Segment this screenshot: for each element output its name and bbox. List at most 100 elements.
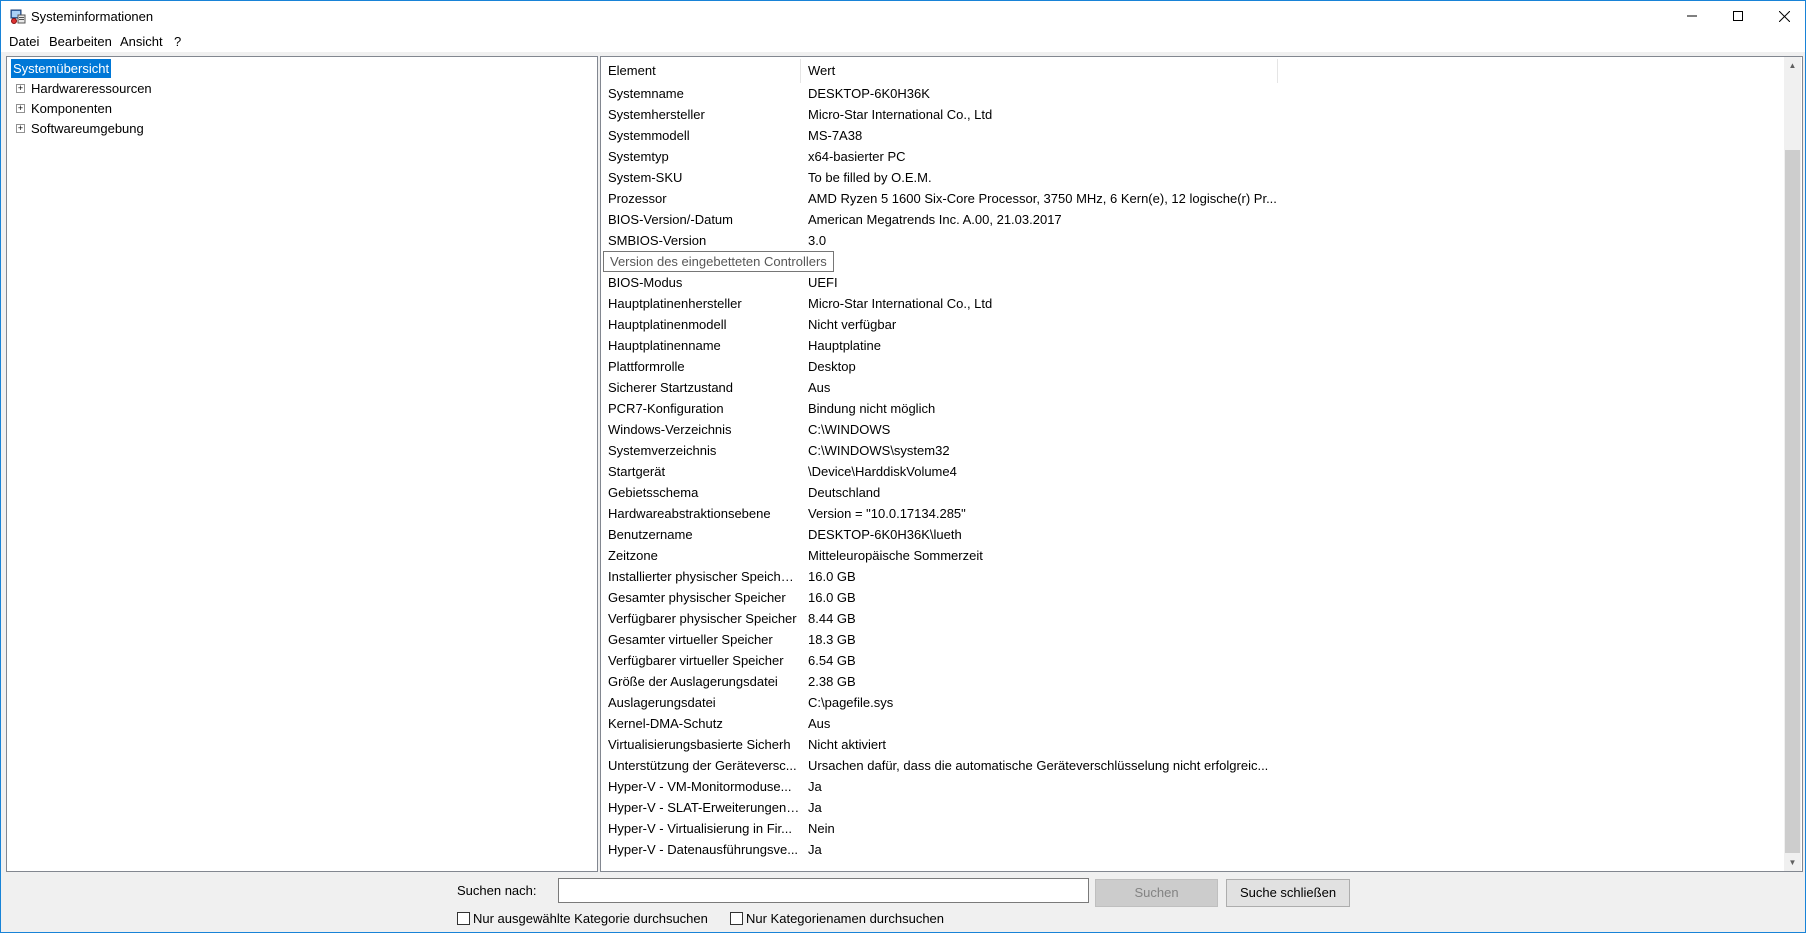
category-tree[interactable]: Systemübersicht + Hardwareressourcen + K… bbox=[6, 56, 598, 872]
element-cell: PCR7-Konfiguration bbox=[608, 401, 724, 416]
menu-help[interactable]: ? bbox=[174, 34, 181, 49]
checkbox-selected-category-label[interactable]: Nur ausgewählte Kategorie durchsuchen bbox=[473, 911, 708, 926]
details-rows: Systemname DESKTOP-6K0H36K Systemherstelle… bbox=[601, 83, 1786, 860]
table-row[interactable]: System-SKU To be filled by O.E.M. bbox=[601, 167, 1786, 188]
element-cell: Systemhersteller bbox=[608, 107, 705, 122]
table-row[interactable]: Hauptplatinenname Hauptplatine bbox=[601, 335, 1786, 356]
element-cell: Kernel-DMA-Schutz bbox=[608, 716, 723, 731]
table-row[interactable]: Kernel-DMA-Schutz Aus bbox=[601, 713, 1786, 734]
table-row[interactable]: Gebietsschema Deutschland bbox=[601, 482, 1786, 503]
value-cell: 6.54 GB bbox=[808, 653, 856, 668]
element-cell: BIOS-Modus bbox=[608, 275, 683, 290]
element-cell: Startgerät bbox=[608, 464, 666, 479]
element-cell: Auslagerungsdatei bbox=[608, 695, 716, 710]
expand-plus-icon[interactable]: + bbox=[16, 104, 25, 113]
close-search-button[interactable]: Suche schließen bbox=[1226, 879, 1350, 907]
table-row[interactable]: Hyper-V - Virtualisierung in Fir... Nein bbox=[601, 818, 1786, 839]
title-bar[interactable]: Systeminformationen bbox=[1, 1, 1805, 31]
table-row[interactable]: Prozessor AMD Ryzen 5 1600 Six-Core Proce… bbox=[601, 188, 1786, 209]
value-cell: 18.3 GB bbox=[808, 632, 856, 647]
table-row[interactable]: Systemname DESKTOP-6K0H36K bbox=[601, 83, 1786, 104]
value-cell: C:\WINDOWS bbox=[808, 422, 891, 437]
table-row[interactable]: Gesamter physischer Speicher 16.0 GB bbox=[601, 587, 1786, 608]
table-row[interactable]: Auslagerungsdatei C:\pagefile.sys bbox=[601, 692, 1786, 713]
table-row[interactable]: Systemmodell MS-7A38 bbox=[601, 125, 1786, 146]
tree-item-softwareumgebung[interactable]: Softwareumgebung bbox=[31, 119, 144, 138]
element-cell: Hyper-V - Virtualisierung in Fir... bbox=[608, 821, 792, 836]
table-row[interactable]: Hyper-V - VM-Monitormoduse... Ja bbox=[601, 776, 1786, 797]
value-cell: Ursachen dafür, dass die automatische Ge… bbox=[808, 758, 1269, 773]
tree-item-komponenten[interactable]: Komponenten bbox=[31, 99, 112, 118]
value-cell: Desktop bbox=[808, 359, 856, 374]
table-row[interactable]: Größe der Auslagerungsdatei 2.38 GB bbox=[601, 671, 1786, 692]
system-information-icon bbox=[10, 9, 26, 24]
table-row[interactable]: BIOS-Modus UEFI bbox=[601, 272, 1786, 293]
minimize-button[interactable] bbox=[1669, 1, 1715, 31]
table-row[interactable]: Hauptplatinenhersteller Micro-Star Intern… bbox=[601, 293, 1786, 314]
value-cell: C:\pagefile.sys bbox=[808, 695, 894, 710]
element-cell: Systemverzeichnis bbox=[608, 443, 717, 458]
element-cell: Größe der Auslagerungsdatei bbox=[608, 674, 778, 689]
table-row[interactable]: Installierter physischer Speicher... 16.0… bbox=[601, 566, 1786, 587]
value-cell: 255 bbox=[808, 251, 1278, 272]
vertical-scrollbar[interactable]: ▲ ▼ bbox=[1784, 57, 1801, 871]
table-row[interactable]: Unterstützung der Geräteversc... Ursachen… bbox=[601, 755, 1786, 776]
table-row[interactable]: Windows-Verzeichnis C:\WINDOWS bbox=[601, 419, 1786, 440]
search-input[interactable] bbox=[558, 878, 1089, 903]
table-row[interactable]: Gesamter virtueller Speicher 18.3 GB bbox=[601, 629, 1786, 650]
element-cell: System-SKU bbox=[608, 170, 683, 185]
expand-plus-icon[interactable]: + bbox=[16, 84, 25, 93]
menu-datei[interactable]: Datei bbox=[9, 34, 39, 49]
value-cell: Deutschland bbox=[808, 485, 881, 500]
expand-plus-icon[interactable]: + bbox=[16, 124, 25, 133]
scroll-thumb[interactable] bbox=[1785, 150, 1800, 853]
table-row[interactable]: PCR7-Konfiguration Bindung nicht möglich bbox=[601, 398, 1786, 419]
element-cell: Unterstützung der Geräteversc... bbox=[608, 758, 797, 773]
close-icon bbox=[1778, 10, 1790, 22]
table-row[interactable]: Systemhersteller Micro-Star International… bbox=[601, 104, 1786, 125]
table-row[interactable]: Hyper-V - Datenausführungsve... Ja bbox=[601, 839, 1786, 860]
value-cell: UEFI bbox=[808, 275, 838, 290]
element-cell: Verfügbarer physischer Speicher bbox=[608, 611, 797, 626]
element-cell: Hyper-V - VM-Monitormoduse... bbox=[608, 779, 792, 794]
table-row[interactable]: SMBIOS-Version 3.0 bbox=[601, 230, 1786, 251]
menu-bearbeiten[interactable]: Bearbeiten bbox=[49, 34, 112, 49]
close-button[interactable] bbox=[1761, 1, 1806, 31]
value-cell: To be filled by O.E.M. bbox=[808, 170, 932, 185]
value-cell: 16.0 GB bbox=[808, 590, 856, 605]
search-button[interactable]: Suchen bbox=[1095, 879, 1218, 907]
tree-item-systemuebersicht[interactable]: Systemübersicht bbox=[11, 59, 112, 78]
value-cell: Ja bbox=[808, 800, 822, 815]
table-row[interactable]: Sicherer Startzustand Aus bbox=[601, 377, 1786, 398]
table-row[interactable]: Startgerät \Device\HarddiskVolume4 bbox=[601, 461, 1786, 482]
element-cell: Hauptplatinenmodell bbox=[608, 317, 727, 332]
value-cell: Hauptplatine bbox=[808, 338, 881, 353]
maximize-button[interactable] bbox=[1715, 1, 1761, 31]
column-header-wert[interactable]: Wert bbox=[801, 59, 1278, 83]
checkbox-category-names-label[interactable]: Nur Kategorienamen durchsuchen bbox=[746, 911, 944, 926]
table-row[interactable]: Systemverzeichnis C:\WINDOWS\system32 bbox=[601, 440, 1786, 461]
table-row[interactable]: Plattformrolle Desktop bbox=[601, 356, 1786, 377]
menu-ansicht[interactable]: Ansicht bbox=[120, 34, 163, 49]
scroll-down-arrow-icon[interactable]: ▼ bbox=[1784, 854, 1801, 871]
table-row[interactable]: Hauptplatinenmodell Nicht verfügbar bbox=[601, 314, 1786, 335]
table-row[interactable]: Hardwareabstraktionsebene Version = "10.0… bbox=[601, 503, 1786, 524]
tree-item-hardwareressourcen[interactable]: Hardwareressourcen bbox=[31, 79, 152, 98]
table-row[interactable]: Virtualisierungsbasierte Sicherh Nicht ak… bbox=[601, 734, 1786, 755]
checkbox-selected-category[interactable] bbox=[457, 912, 470, 925]
table-row[interactable]: Verfügbarer physischer Speicher 8.44 GB bbox=[601, 608, 1786, 629]
scroll-up-arrow-icon[interactable]: ▲ bbox=[1784, 57, 1801, 74]
table-row[interactable]: BIOS-Version/-Datum American Megatrends I… bbox=[601, 209, 1786, 230]
table-row[interactable]: Systemtyp x64-basierter PC bbox=[601, 146, 1786, 167]
table-row[interactable]: Verfügbarer virtueller Speicher 6.54 GB bbox=[601, 650, 1786, 671]
details-list[interactable]: Element Wert Systemname DESKTOP-6K0H36K Sy… bbox=[600, 56, 1803, 872]
table-row[interactable]: Hyper-V - SLAT-Erweiterungen ... Ja bbox=[601, 797, 1786, 818]
table-row[interactable]: Benutzername DESKTOP-6K0H36K\lueth bbox=[601, 524, 1786, 545]
value-cell: x64-basierter PC bbox=[808, 149, 906, 164]
value-cell: Nicht aktiviert bbox=[808, 737, 887, 752]
table-row[interactable]: Zeitzone Mitteleuropäische Sommerzeit bbox=[601, 545, 1786, 566]
element-cell: Windows-Verzeichnis bbox=[608, 422, 732, 437]
column-header-element[interactable]: Element bbox=[601, 59, 801, 83]
checkbox-category-names[interactable] bbox=[730, 912, 743, 925]
element-cell: Hyper-V - SLAT-Erweiterungen ... bbox=[608, 800, 800, 815]
